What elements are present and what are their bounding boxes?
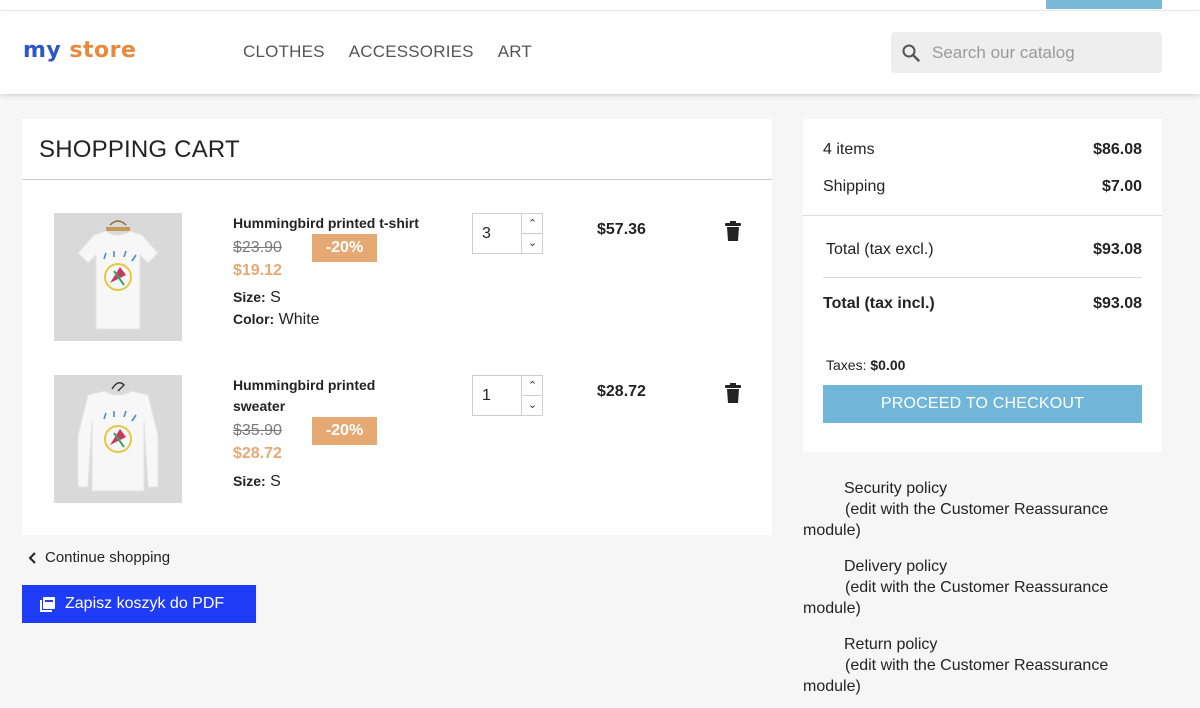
old-price: $35.90 [233, 422, 282, 439]
reassurance-desc-end: module) [803, 600, 861, 617]
shipping-value: $7.00 [1101, 178, 1142, 195]
top-bar-accent[interactable] [1046, 0, 1162, 9]
cart-title: SHOPPING CART [39, 136, 240, 163]
reassurance-title: Return policy [844, 636, 938, 653]
reassurance-title: Security policy [844, 480, 948, 497]
shipping-label: Shipping [823, 178, 886, 195]
current-price: $19.12 [233, 262, 282, 279]
main-nav: CLOTHES ACCESSORIES ART [243, 42, 532, 62]
reassurance-desc: (edit with the Customer Reassurance [845, 657, 1109, 674]
continue-shopping-label: Continue shopping [45, 549, 171, 566]
site-header: my store CLOTHES ACCESSORIES ART [0, 11, 1200, 94]
save-cart-pdf-label: Zapisz koszyk do PDF [65, 595, 225, 612]
quantity-increase-button[interactable]: ⌃ [521, 376, 543, 396]
reassurance-title: Delivery policy [844, 558, 948, 575]
taxes-line: Taxes: $0.00 [826, 357, 905, 373]
product-name[interactable]: Hummingbird printed t-shirt [233, 213, 453, 234]
items-subtotal: $86.08 [1093, 141, 1142, 158]
quantity-decrease-button[interactable]: ⌄ [521, 233, 543, 253]
chevron-left-icon [28, 551, 36, 564]
search-input[interactable] [932, 42, 1152, 63]
store-logo[interactable]: my store [23, 38, 136, 63]
nav-clothes[interactable]: CLOTHES [243, 42, 325, 62]
delete-icon[interactable] [724, 221, 742, 241]
proceed-to-checkout-button[interactable]: PROCEED TO CHECKOUT [823, 385, 1142, 423]
top-bar [0, 0, 1200, 11]
attribute-color: Color: White [233, 311, 320, 328]
reassurance-desc: (edit with the Customer Reassurance [845, 501, 1109, 518]
cart-divider [22, 179, 772, 180]
reassurance-security: Security policy (edit with the Customer … [803, 478, 1163, 541]
total-incl-label: Total (tax incl.) [823, 295, 935, 312]
current-price: $28.72 [233, 445, 282, 462]
quantity-increase-button[interactable]: ⌃ [521, 214, 543, 234]
summary-items-row: 4 items $86.08 [823, 141, 1142, 159]
items-count: 4 items [823, 141, 875, 158]
summary-divider [823, 277, 1142, 278]
summary-total-excl-row: Total (tax excl.) $93.08 [826, 241, 1142, 259]
summary-divider [803, 215, 1162, 216]
logo-text-store: store [69, 38, 137, 63]
continue-shopping-link[interactable]: Continue shopping [28, 549, 170, 566]
logo-text-my: my [23, 38, 62, 63]
reassurance-desc-end: module) [803, 678, 861, 695]
discount-badge: -20% [312, 417, 377, 445]
quantity-decrease-button[interactable]: ⌄ [521, 395, 543, 415]
summary-shipping-row: Shipping $7.00 [823, 178, 1142, 196]
save-cart-pdf-button[interactable]: Zapisz koszyk do PDF [22, 585, 256, 623]
taxes-label: Taxes: [826, 357, 867, 373]
summary-total-incl-row: Total (tax incl.) $93.08 [823, 295, 1142, 313]
cart-summary: 4 items $86.08 Shipping $7.00 Total (tax… [803, 119, 1162, 452]
old-price: $23.90 [233, 239, 282, 256]
taxes-value: $0.00 [870, 357, 906, 373]
product-image-sweater[interactable] [54, 375, 182, 503]
reassurance-return: Return policy (edit with the Customer Re… [803, 634, 1163, 697]
search-box [891, 32, 1162, 73]
total-excl-label: Total (tax excl.) [826, 241, 934, 258]
product-image-tshirt[interactable] [54, 213, 182, 341]
quantity-input[interactable] [473, 376, 521, 415]
pdf-icon [40, 596, 55, 612]
search-icon[interactable] [902, 44, 920, 62]
nav-art[interactable]: ART [498, 42, 532, 62]
quantity-stepper: ⌃ ⌄ [472, 375, 543, 416]
cart-item: Hummingbird printed t-shirt $23.90 -20% … [22, 213, 772, 353]
line-total: $57.36 [597, 221, 646, 238]
attribute-size: Size: S [233, 289, 281, 306]
reassurance-desc: (edit with the Customer Reassurance [845, 579, 1109, 596]
quantity-stepper: ⌃ ⌄ [472, 213, 543, 254]
total-incl-value: $93.08 [1093, 295, 1142, 312]
product-name[interactable]: Hummingbird printed sweater [233, 375, 403, 417]
shopping-cart-panel: SHOPPING CART Hummingbird printed t-shir… [22, 119, 772, 535]
line-total: $28.72 [597, 383, 646, 400]
nav-accessories[interactable]: ACCESSORIES [349, 42, 474, 62]
discount-badge: -20% [312, 234, 377, 262]
reassurance-desc-end: module) [803, 522, 861, 539]
total-excl-value: $93.08 [1093, 241, 1142, 258]
quantity-input[interactable] [473, 214, 521, 253]
reassurance-delivery: Delivery policy (edit with the Customer … [803, 556, 1163, 619]
delete-icon[interactable] [724, 383, 742, 403]
cart-item: Hummingbird printed sweater $35.90 -20% … [22, 375, 772, 515]
attribute-size: Size: S [233, 473, 281, 490]
